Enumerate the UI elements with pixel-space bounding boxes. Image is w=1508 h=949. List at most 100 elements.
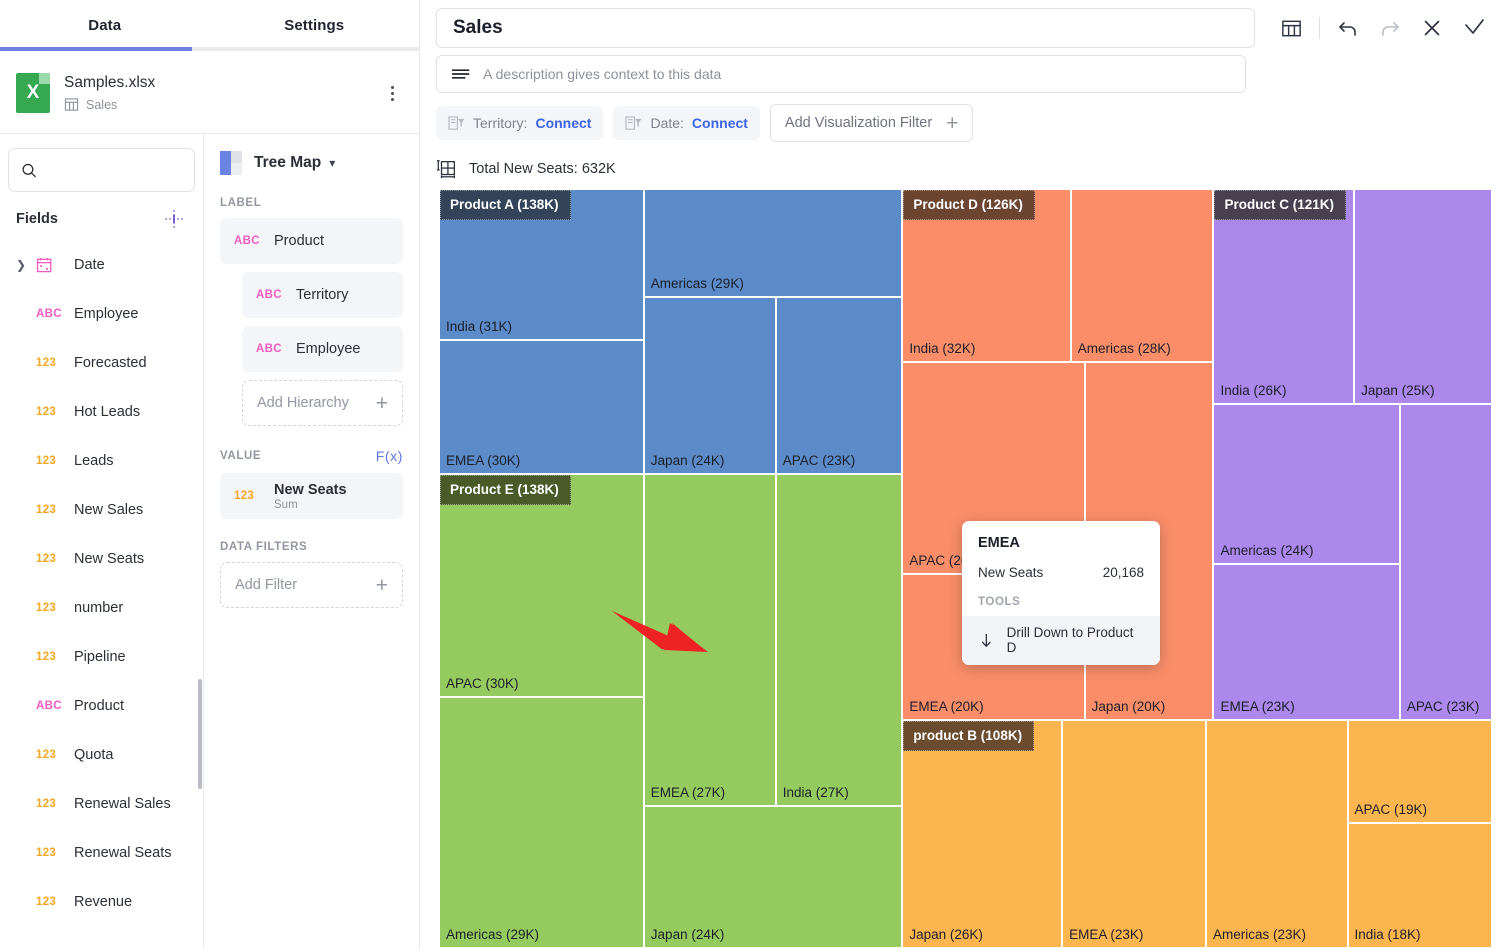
chart-type-label: Tree Map bbox=[254, 154, 322, 171]
add-hierarchy-button[interactable]: Add Hierarchy + bbox=[242, 380, 403, 426]
treemap-tile[interactable]: Americas (23K) bbox=[1206, 721, 1349, 949]
filter-chip-date-connect[interactable]: Connect bbox=[692, 115, 748, 131]
treemap-tile-label: Japan (25K) bbox=[1361, 383, 1435, 399]
field-row[interactable]: ❯123Leads bbox=[0, 436, 203, 485]
redo-icon[interactable] bbox=[1372, 10, 1408, 46]
value-field-name: New Seats bbox=[274, 481, 347, 498]
visualization-settings-column: Tree Map ▾ LABEL ABC Product ABC Territo… bbox=[204, 134, 419, 949]
label-field-product[interactable]: ABC Product bbox=[220, 218, 403, 264]
field-row[interactable]: ❯123New Seats bbox=[0, 534, 203, 583]
plus-icon: + bbox=[375, 391, 388, 415]
chevron-right-icon[interactable]: ❯ bbox=[16, 258, 26, 272]
aggregate-icon bbox=[436, 160, 455, 179]
treemap-tile[interactable]: EMEA (27K) bbox=[644, 474, 777, 807]
field-row[interactable]: ❯123New Sales bbox=[0, 485, 203, 534]
treemap-tile[interactable]: APAC (19K) bbox=[1348, 721, 1493, 824]
treemap-tile[interactable]: Americas (28K) bbox=[1071, 190, 1215, 363]
value-field-new-seats[interactable]: 123 New Seats Sum bbox=[220, 473, 403, 519]
field-row[interactable]: ❯123Revenue bbox=[0, 877, 203, 926]
treemap-tile-label: APAC (19K) bbox=[1354, 801, 1428, 817]
add-filter-button[interactable]: Add Filter + bbox=[220, 562, 403, 608]
field-row[interactable]: ❯ABCEmployee bbox=[0, 289, 203, 338]
drag-handle-icon[interactable] bbox=[163, 208, 185, 230]
tab-settings[interactable]: Settings bbox=[210, 0, 420, 51]
treemap-tile-label: Japan (24K) bbox=[650, 452, 725, 468]
field-row[interactable]: ❯123Hot Leads bbox=[0, 387, 203, 436]
treemap-tile[interactable]: APAC (30K) bbox=[440, 474, 645, 698]
tab-data[interactable]: Data bbox=[0, 0, 210, 51]
treemap-group: APAC (30K) Americas (29K) EMEA (27K) India … bbox=[440, 474, 904, 949]
treemap-tile-label: Japan (20K) bbox=[1091, 699, 1166, 715]
treemap-group-label[interactable]: Product C (121K) bbox=[1214, 190, 1346, 220]
treemap-group-label[interactable]: Product D (126K) bbox=[903, 190, 1035, 220]
chart-type-selector[interactable]: Tree Map ▾ bbox=[220, 134, 403, 175]
field-row[interactable]: ❯123Pipeline bbox=[0, 632, 203, 681]
datasource-row[interactable]: X Samples.xlsx Sales bbox=[0, 51, 419, 134]
search-wrap bbox=[0, 134, 203, 198]
confirm-check-icon[interactable] bbox=[1456, 10, 1492, 46]
treemap-tile[interactable]: Americas (29K) bbox=[440, 697, 645, 949]
add-visualization-filter-button[interactable]: Add Visualization Filter + bbox=[769, 104, 974, 142]
formula-fx-button[interactable]: F(x) bbox=[376, 448, 403, 464]
treemap-group-label[interactable]: Product E (138K) bbox=[440, 474, 571, 505]
field-label: Renewal Seats bbox=[74, 844, 172, 861]
drill-down-menu-item[interactable]: Drill Down to Product D bbox=[962, 616, 1160, 665]
field-label: Hot Leads bbox=[74, 403, 141, 420]
treemap-tile-label: EMEA (30K) bbox=[446, 452, 521, 468]
treemap-group: India (31K) EMEA (30K) Americas (29K) Japan… bbox=[440, 190, 904, 475]
treemap-tile[interactable]: APAC (23K) bbox=[1400, 405, 1493, 722]
filter-chip-date[interactable]: Date: Connect bbox=[613, 106, 760, 140]
treemap-tile[interactable]: India (27K) bbox=[776, 474, 904, 807]
field-row[interactable]: ❯123Forecasted bbox=[0, 338, 203, 387]
treemap-tile-label: Japan (26K) bbox=[909, 926, 983, 942]
field-row[interactable]: ❯123Renewal Seats bbox=[0, 828, 203, 877]
filter-chip-territory-connect[interactable]: Connect bbox=[535, 115, 591, 131]
treemap-group-label[interactable]: Product A (138K) bbox=[440, 190, 571, 220]
description-box[interactable] bbox=[436, 55, 1246, 93]
title-box[interactable] bbox=[436, 8, 1255, 48]
treemap-tile[interactable]: Japan (26K) bbox=[903, 721, 1064, 949]
treemap-tile[interactable]: Japan (24K) bbox=[644, 298, 777, 475]
treemap-group-label[interactable]: product B (108K) bbox=[903, 721, 1035, 752]
tab-active-indicator bbox=[0, 47, 192, 51]
label-field-employee[interactable]: ABC Employee bbox=[242, 326, 403, 372]
treemap-tile[interactable]: Americas (24K) bbox=[1214, 405, 1401, 565]
field-row[interactable]: ❯ Date bbox=[0, 240, 203, 289]
treemap-tile[interactable]: Americas (29K) bbox=[644, 190, 904, 299]
treemap-tile[interactable]: EMEA (23K) bbox=[1063, 721, 1207, 949]
treemap-tooltip: EMEA New Seats 20,168 TOOLS Drill Down t… bbox=[962, 521, 1160, 665]
treemap-tile-label: EMEA (23K) bbox=[1220, 699, 1295, 715]
close-icon[interactable] bbox=[1414, 10, 1450, 46]
treemap-tile[interactable]: Japan (25K) bbox=[1355, 190, 1493, 406]
treemap-tile[interactable]: EMEA (30K) bbox=[440, 340, 645, 475]
drill-down-label: Drill Down to Product D bbox=[1006, 625, 1134, 655]
treemap-tile[interactable]: India (26K) bbox=[1214, 190, 1356, 406]
undo-icon[interactable] bbox=[1330, 10, 1366, 46]
treemap-tile-label: Americas (29K) bbox=[650, 276, 744, 292]
treemap-tile[interactable]: Japan (24K) bbox=[644, 806, 904, 949]
treemap-tile[interactable]: India (18K) bbox=[1348, 823, 1493, 949]
type-code-123-icon: 123 bbox=[234, 490, 255, 502]
field-row[interactable]: ❯123Renewal Sales bbox=[0, 779, 203, 828]
main-area: Territory: Connect Date: Connect Add Vis… bbox=[420, 0, 1508, 949]
total-summary-label: Total New Seats: 632K bbox=[469, 161, 616, 177]
field-row[interactable]: ❯123number bbox=[0, 583, 203, 632]
type-code-123-icon: 123 bbox=[36, 846, 57, 859]
tree-map-icon bbox=[220, 151, 242, 175]
fields-scrollbar[interactable] bbox=[198, 679, 202, 789]
kebab-menu-icon[interactable] bbox=[381, 80, 403, 106]
field-row[interactable]: ❯123Quota bbox=[0, 730, 203, 779]
search-box[interactable] bbox=[8, 148, 195, 192]
drill-down-arrow-icon bbox=[981, 633, 991, 647]
description-input[interactable] bbox=[483, 66, 1231, 82]
type-code-abc-icon: ABC bbox=[256, 289, 282, 301]
filter-chip-territory[interactable]: Territory: Connect bbox=[436, 106, 604, 140]
search-input[interactable] bbox=[45, 162, 182, 178]
treemap-tile[interactable]: EMEA (23K) bbox=[1214, 564, 1401, 722]
label-field-territory[interactable]: ABC Territory bbox=[242, 272, 403, 318]
title-input[interactable] bbox=[453, 17, 1238, 39]
field-row[interactable]: ❯ABCProduct bbox=[0, 681, 203, 730]
treemap-tile-label: APAC (23K) bbox=[782, 452, 856, 468]
table-view-icon[interactable] bbox=[1273, 10, 1309, 46]
treemap-tile[interactable]: APAC (23K) bbox=[776, 298, 904, 475]
